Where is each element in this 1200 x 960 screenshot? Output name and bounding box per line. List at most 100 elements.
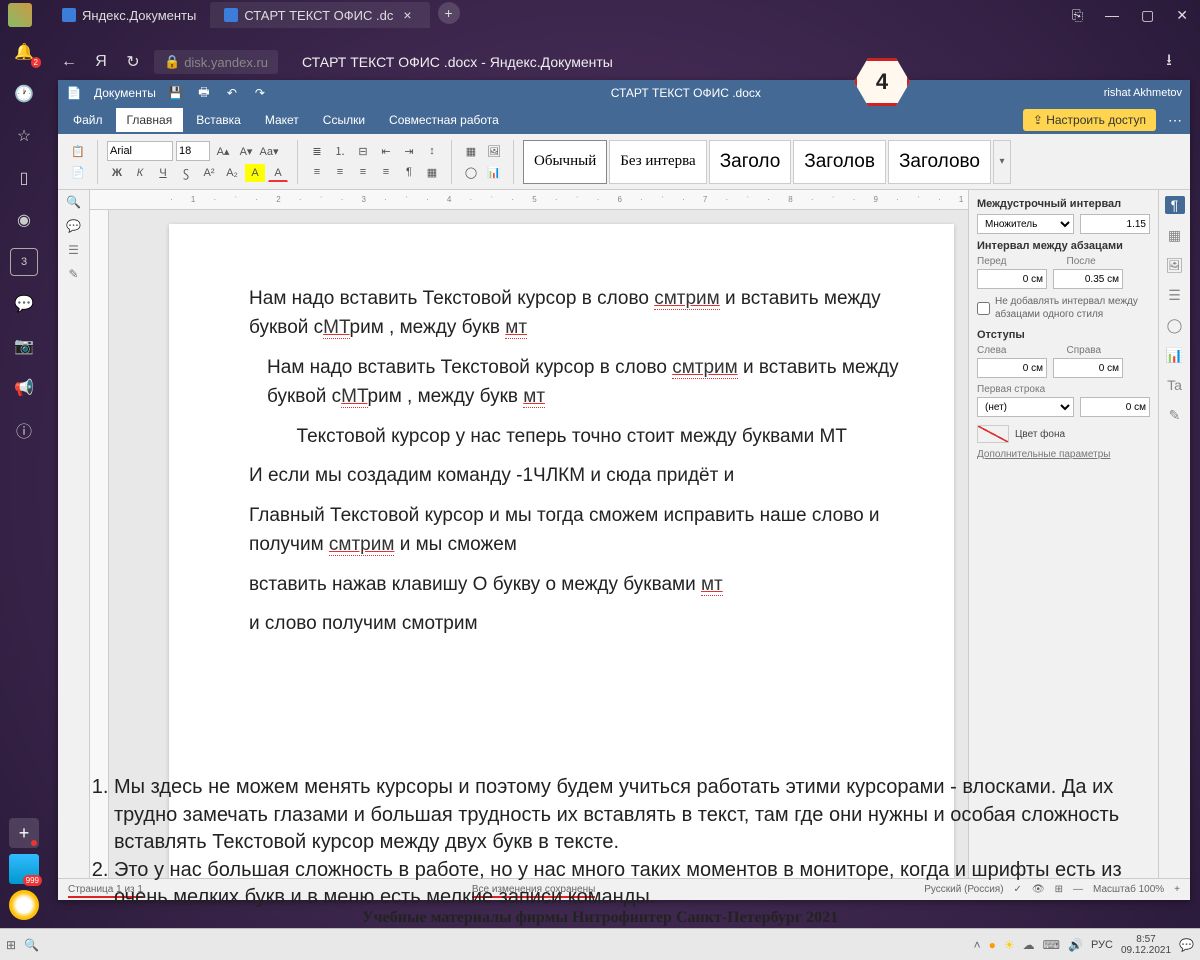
search-icon[interactable]: 🔍	[24, 938, 39, 952]
font-select[interactable]	[107, 141, 173, 161]
styles-dropdown-icon[interactable]: ▾	[993, 140, 1011, 184]
shading-icon[interactable]: ▦	[422, 163, 442, 181]
tab-home[interactable]: Главная	[116, 108, 184, 132]
multiplier-value[interactable]	[1080, 214, 1150, 234]
numbering-icon[interactable]: ⒈	[330, 142, 350, 160]
avatar[interactable]	[8, 3, 32, 27]
tab-collab[interactable]: Совместная работа	[378, 108, 510, 132]
brand-label[interactable]: Документы	[94, 86, 156, 100]
save-icon[interactable]: 💾	[168, 85, 184, 101]
tab-links[interactable]: Ссылки	[312, 108, 376, 132]
first-line-value[interactable]	[1080, 397, 1150, 417]
reload-icon[interactable]: ↻	[122, 51, 144, 73]
header-icon[interactable]: ☰	[1165, 286, 1185, 304]
redo-icon[interactable]: ↷	[252, 85, 268, 101]
before-input[interactable]	[977, 269, 1047, 289]
style-h1[interactable]: Заголо	[709, 140, 792, 184]
no-space-checkbox[interactable]: Не добавлять интервал между абзацами одн…	[977, 295, 1150, 321]
app-icon[interactable]: 📄	[66, 85, 82, 101]
highlight-icon[interactable]: A	[245, 164, 265, 182]
outdent-icon[interactable]: ⇤	[376, 142, 396, 160]
horizontal-ruler[interactable]: · 1 · ˈ · 2 · ˈ · 3 · ˈ · 4 · ˈ · 5 · ˈ …	[90, 190, 968, 210]
shape-icon[interactable]: ◯	[1165, 316, 1185, 334]
strike-button[interactable]: Ꚃ	[176, 164, 196, 182]
clock-icon[interactable]: 🕐	[10, 80, 38, 108]
keyboard-icon[interactable]: ⌨	[1043, 938, 1060, 952]
access-button[interactable]: ⇪ Настроить доступ	[1023, 109, 1156, 131]
speaker-icon[interactable]: 📢	[10, 374, 38, 402]
maximize-icon[interactable]: ▢	[1137, 3, 1158, 28]
menu-dots-icon[interactable]: ⋯	[1168, 112, 1182, 129]
more-params-link[interactable]: Дополнительные параметры	[977, 449, 1150, 460]
play-icon[interactable]: ◉	[10, 206, 38, 234]
grow-font-icon[interactable]: A▴	[213, 142, 233, 160]
feedback-icon[interactable]: ✎	[65, 266, 83, 282]
tab-layout[interactable]: Макет	[254, 108, 310, 132]
extension-icon[interactable]: ⎘	[1068, 3, 1087, 28]
style-h2[interactable]: Заголов	[793, 140, 886, 184]
tab-insert[interactable]: Вставка	[185, 108, 252, 132]
first-line-select[interactable]: (нет)	[977, 397, 1074, 417]
url-bar[interactable]: 🔒 disk.yandex.ru	[154, 50, 278, 74]
superscript-button[interactable]: A²	[199, 164, 219, 182]
undo-icon[interactable]: ↶	[224, 85, 240, 101]
start-icon[interactable]: ⊞	[6, 938, 16, 952]
print-icon[interactable]: 🖶	[196, 85, 212, 101]
align-center-icon[interactable]: ≡	[330, 163, 350, 181]
star-icon[interactable]: ☆	[10, 122, 38, 150]
italic-button[interactable]: К	[130, 164, 150, 182]
signature-icon[interactable]: ✎	[1165, 406, 1185, 424]
text-icon[interactable]: Ta	[1165, 376, 1185, 394]
indent-icon[interactable]: ⇥	[399, 142, 419, 160]
notification-icon[interactable]: 💬	[1179, 938, 1194, 952]
bg-color-swatch[interactable]	[977, 425, 1009, 443]
image-icon[interactable]: 🖼	[1165, 256, 1185, 274]
size-select[interactable]	[176, 141, 210, 161]
multiplier-select[interactable]: Множитель	[977, 214, 1074, 234]
underline-button[interactable]: Ч	[153, 164, 173, 182]
style-h3[interactable]: Заголово	[888, 140, 991, 184]
linespace-icon[interactable]: ↕	[422, 142, 442, 160]
browser-tab-1[interactable]: Яндекс.Документы	[48, 2, 210, 28]
justify-icon[interactable]: ≡	[376, 163, 396, 181]
download-icon[interactable]: ⭳	[1158, 51, 1180, 73]
style-nospace[interactable]: Без интерва	[609, 140, 706, 184]
new-tab-button[interactable]: +	[438, 2, 460, 24]
insert-shape-icon[interactable]: ◯	[461, 163, 481, 181]
minimize-icon[interactable]: —	[1101, 3, 1123, 28]
align-right-icon[interactable]: ≡	[353, 163, 373, 181]
shrink-font-icon[interactable]: A▾	[236, 142, 256, 160]
paragraph-icon[interactable]: ¶	[1165, 196, 1185, 214]
info-icon[interactable]: ⓘ	[10, 416, 38, 444]
font-color-icon[interactable]: A	[268, 164, 288, 182]
table-icon[interactable]: ▦	[1165, 226, 1185, 244]
back-icon[interactable]: ←	[58, 51, 80, 73]
insert-image-icon[interactable]: 🖼	[484, 142, 504, 160]
close-icon[interactable]: ✕	[1172, 3, 1192, 28]
bullets-icon[interactable]: ≣	[307, 142, 327, 160]
chat-icon[interactable]: 💬	[10, 290, 38, 318]
pilcrow-icon[interactable]: ¶	[399, 163, 419, 181]
num-icon[interactable]: 3	[10, 248, 38, 276]
add-button[interactable]: +	[9, 818, 39, 848]
lang-indicator[interactable]: РУС	[1091, 939, 1113, 951]
copy-icon[interactable]: 📋	[68, 142, 88, 160]
user-label[interactable]: rishat Akhmetov	[1104, 87, 1182, 99]
bold-button[interactable]: Ж	[107, 164, 127, 182]
after-input[interactable]	[1053, 269, 1123, 289]
style-normal[interactable]: Обычный	[523, 140, 607, 184]
align-left-icon[interactable]: ≡	[307, 163, 327, 181]
insert-table-icon[interactable]: ▦	[461, 142, 481, 160]
indent-right-input[interactable]	[1053, 358, 1123, 378]
paste-icon[interactable]: 📄	[68, 163, 88, 181]
case-icon[interactable]: Aa▾	[259, 142, 279, 160]
subscript-button[interactable]: A₂	[222, 164, 242, 182]
tray-app-icon[interactable]: ●	[989, 938, 996, 952]
multilevel-icon[interactable]: ⊟	[353, 142, 373, 160]
close-icon[interactable]: ×	[399, 7, 415, 23]
chart-icon[interactable]: 📊	[1165, 346, 1185, 364]
volume-icon[interactable]: 🔊	[1068, 938, 1083, 952]
bell-icon[interactable]: 🔔2	[10, 38, 38, 66]
insert-chart-icon[interactable]: 📊	[484, 163, 504, 181]
yandex-icon[interactable]: Я	[90, 51, 112, 73]
